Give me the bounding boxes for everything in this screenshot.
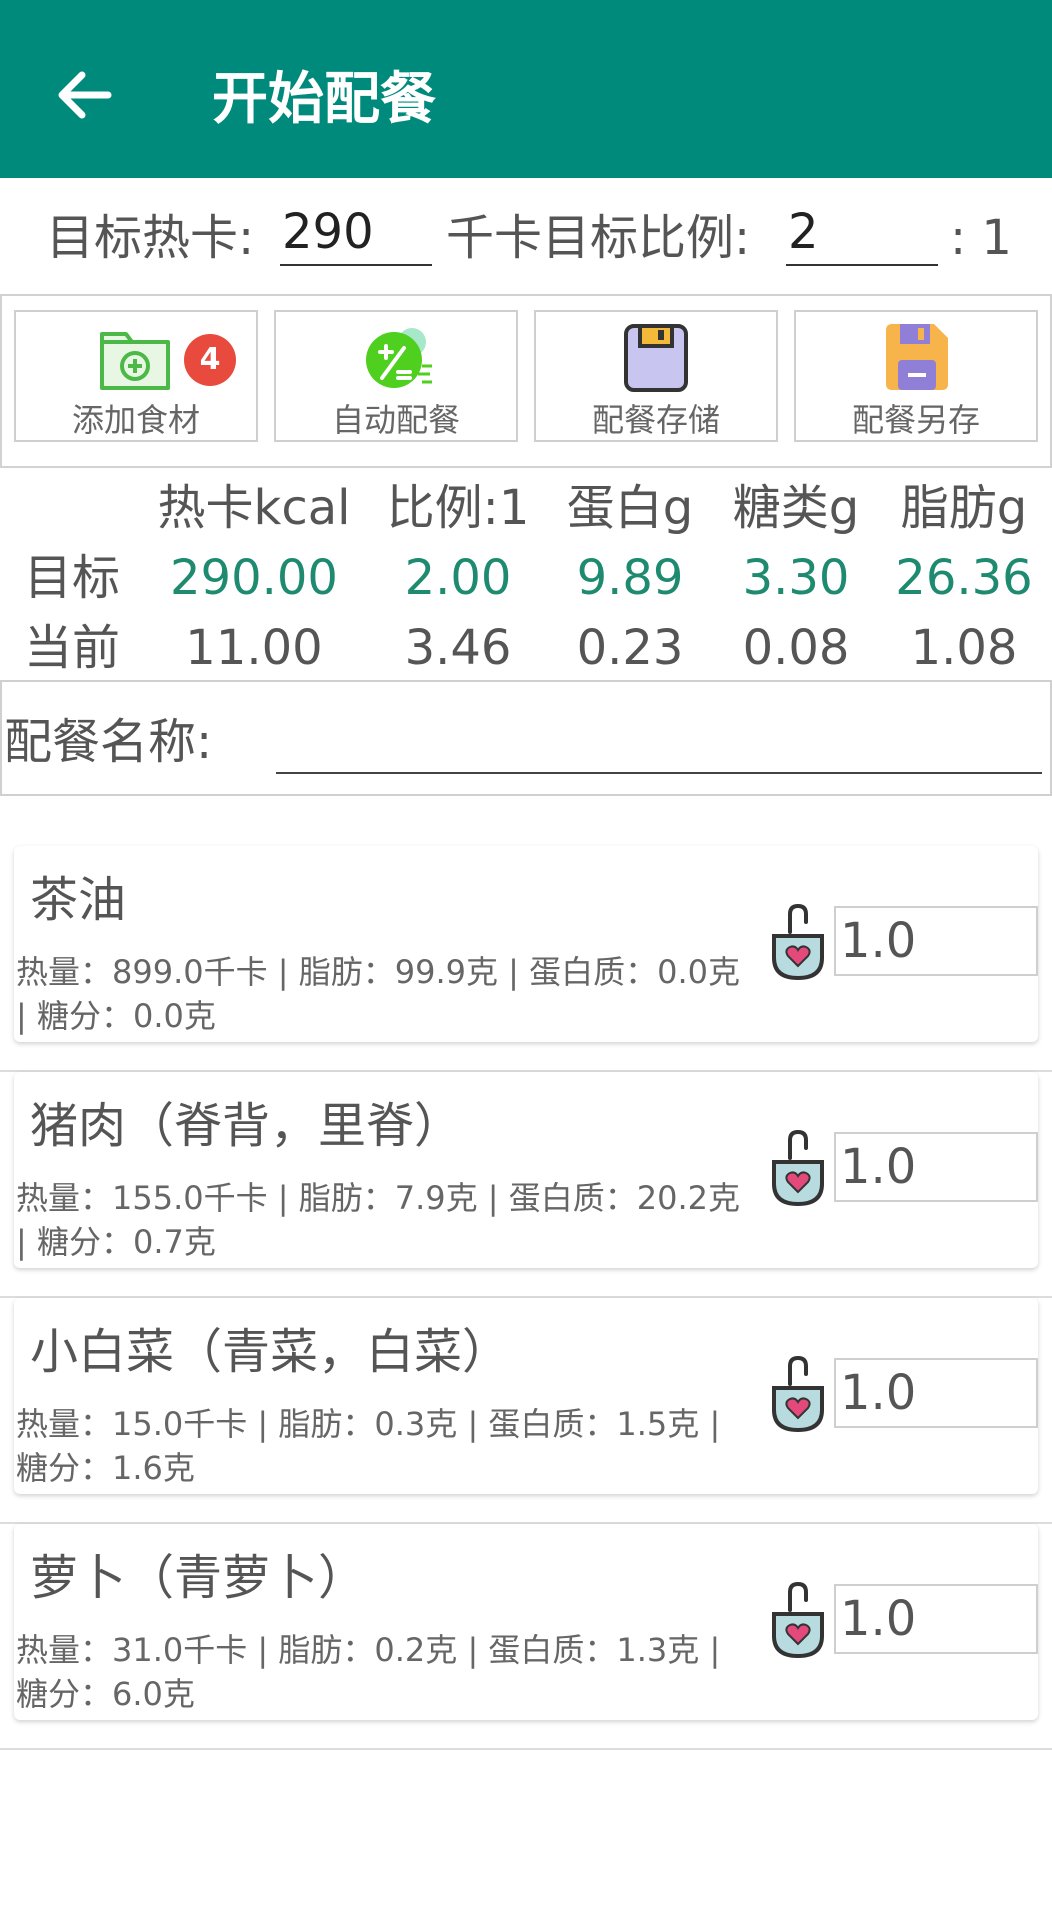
page-title: 开始配餐 — [212, 67, 436, 132]
food-nutrition-info: 热量：15.0千卡 | 脂肪：0.3克 | 蛋白质：1.5克 | 糖分：1.6克 — [16, 1405, 721, 1487]
food-nutrition-info: 热量：31.0千卡 | 脂肪：0.2克 | 蛋白质：1.3克 | 糖分：6.0克 — [16, 1631, 721, 1713]
auto-meal-button[interactable]: 自动配餐 — [274, 310, 518, 442]
save-as-icon — [886, 324, 948, 390]
food-name: 萝卜（青萝卜） — [30, 1550, 367, 1606]
save-as-meal-label: 配餐另存 — [851, 401, 980, 439]
target-calorie-input[interactable] — [280, 200, 432, 266]
target-row-label: 目标 — [24, 550, 121, 606]
target-ratio-label: 千卡目标比例: — [446, 210, 751, 266]
current-fat: 1.08 — [910, 620, 1018, 676]
save-icon — [624, 324, 688, 392]
save-as-meal-button[interactable]: 配餐另存 — [794, 310, 1038, 442]
food-nutrition-info: 热量：155.0千卡 | 脂肪：7.9克 | 蛋白质：20.2克 | 糖分：0.… — [16, 1179, 741, 1261]
nutrition-summary: 热卡kcal 比例:1 蛋白g 糖类g 脂肪g 目标 290.00 2.00 9… — [0, 470, 1052, 678]
food-name: 茶油 — [30, 872, 127, 928]
food-list-item: 茶油 热量：899.0千卡 | 脂肪：99.9克 | 蛋白质：0.0克 | 糖分… — [0, 846, 1052, 1072]
header-fat: 脂肪g — [900, 480, 1028, 536]
target-fat: 26.36 — [895, 550, 1033, 606]
target-calorie-label: 目标热卡: — [46, 210, 255, 266]
quantity-input[interactable] — [834, 906, 1038, 976]
save-meal-label: 配餐存储 — [591, 401, 720, 439]
quantity-input[interactable] — [834, 1132, 1038, 1202]
unlock-icon[interactable] — [770, 1580, 826, 1660]
food-card[interactable]: 小白菜（青菜，白菜） 热量：15.0千卡 | 脂肪：0.3克 | 蛋白质：1.5… — [14, 1298, 1038, 1494]
meal-name-row: 配餐名称: — [0, 680, 1052, 796]
header-ratio: 比例:1 — [386, 480, 530, 536]
back-arrow-icon[interactable] — [50, 60, 120, 130]
target-ratio: 2.00 — [404, 550, 512, 606]
unlock-icon[interactable] — [770, 1354, 826, 1434]
ratio-suffix: : 1 — [950, 210, 1012, 266]
header-calories: 热卡kcal — [157, 480, 351, 536]
current-row-label: 当前 — [24, 620, 121, 676]
current-ratio: 3.46 — [404, 620, 512, 676]
calculator-icon — [366, 328, 432, 388]
app-bar: 开始配餐 — [0, 0, 1052, 178]
add-folder-icon — [100, 332, 170, 390]
target-calories: 290.00 — [170, 550, 338, 606]
food-card[interactable]: 萝卜（青萝卜） 热量：31.0千卡 | 脂肪：0.2克 | 蛋白质：1.3克 |… — [14, 1524, 1038, 1720]
food-nutrition-info: 热量：899.0千卡 | 脂肪：99.9克 | 蛋白质：0.0克 | 糖分：0.… — [16, 953, 741, 1035]
auto-meal-label: 自动配餐 — [331, 401, 460, 439]
food-name: 猪肉（脊背，里脊） — [30, 1098, 463, 1154]
food-list-item: 猪肉（脊背，里脊） 热量：155.0千卡 | 脂肪：7.9克 | 蛋白质：20.… — [0, 1072, 1052, 1298]
save-meal-button[interactable]: 配餐存储 — [534, 310, 778, 442]
food-name: 小白菜（青菜，白菜） — [30, 1324, 511, 1380]
target-protein: 9.89 — [576, 550, 684, 606]
quantity-input[interactable] — [834, 1584, 1038, 1654]
add-ingredient-label: 添加食材 — [71, 401, 200, 439]
current-calories: 11.00 — [185, 620, 323, 676]
food-list-item: 萝卜（青萝卜） 热量：31.0千卡 | 脂肪：0.2克 | 蛋白质：1.3克 |… — [0, 1524, 1052, 1750]
ingredient-count-badge: 4 — [184, 334, 236, 386]
food-list-item: 小白菜（青菜，白菜） 热量：15.0千卡 | 脂肪：0.3克 | 蛋白质：1.5… — [0, 1298, 1052, 1524]
meal-name-label: 配餐名称: — [4, 714, 213, 770]
target-row: 目标热卡: 千卡目标比例: : 1 — [0, 178, 1052, 288]
meal-name-input[interactable] — [276, 708, 1042, 774]
unlock-icon[interactable] — [770, 1128, 826, 1208]
current-protein: 0.23 — [576, 620, 684, 676]
header-carbs: 糖类g — [732, 480, 860, 536]
header-protein: 蛋白g — [566, 480, 694, 536]
action-toolbar: 4 添加食材 自动配餐 配餐存储 配餐另存 — [0, 294, 1052, 468]
add-ingredient-button[interactable]: 4 添加食材 — [14, 310, 258, 442]
food-card[interactable]: 猪肉（脊背，里脊） 热量：155.0千卡 | 脂肪：7.9克 | 蛋白质：20.… — [14, 1072, 1038, 1268]
current-carbs: 0.08 — [742, 620, 850, 676]
food-card[interactable]: 茶油 热量：899.0千卡 | 脂肪：99.9克 | 蛋白质：0.0克 | 糖分… — [14, 846, 1038, 1042]
target-carbs: 3.30 — [742, 550, 850, 606]
quantity-input[interactable] — [834, 1358, 1038, 1428]
unlock-icon[interactable] — [770, 902, 826, 982]
target-ratio-input[interactable] — [786, 200, 938, 266]
